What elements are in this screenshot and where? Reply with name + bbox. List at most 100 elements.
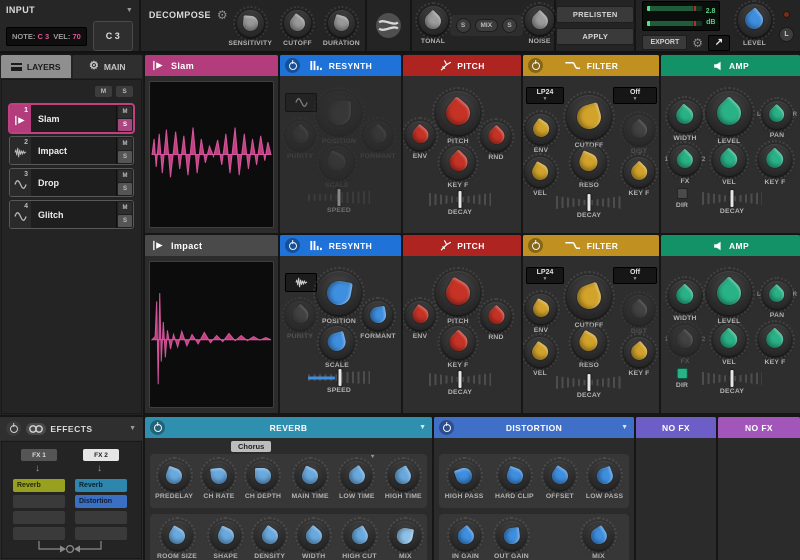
rnd-knob[interactable] [482,302,511,331]
resynth-header[interactable]: RESYNTH [280,235,401,256]
cutoff-knob[interactable] [284,10,311,37]
layer-mute-button[interactable]: M [118,138,132,150]
speed-slider-handle[interactable] [338,189,341,206]
fx2-tab[interactable]: FX 2 [83,449,119,461]
layer-header-slam[interactable]: Slam [145,55,278,76]
keyf-knob[interactable] [624,337,654,367]
pitch-knob[interactable] [436,271,480,315]
position-knob[interactable] [317,271,361,315]
filter-power-button[interactable] [528,58,543,73]
duration-knob[interactable] [328,10,355,37]
no-fx-3-header[interactable]: NO FX [636,417,716,438]
type-dropdown[interactable]: LP24▼ [526,87,564,104]
filter-power-button[interactable] [528,238,543,253]
room-size-knob[interactable] [163,521,192,550]
decay-slider[interactable] [702,372,762,385]
resynth-power-button[interactable] [285,238,300,253]
export-button[interactable]: EXPORT [642,35,687,50]
solo-noise-button[interactable]: S [502,18,517,33]
dir-toggle[interactable] [677,368,688,379]
vel-knob[interactable] [713,324,745,356]
density-knob[interactable] [255,521,284,550]
speed-slider[interactable] [308,191,370,204]
decay-slider-handle[interactable] [731,190,734,207]
layer-solo-button[interactable]: S [118,183,132,195]
reso-knob[interactable] [573,146,606,179]
input-dropdown-icon[interactable]: ▼ [126,7,133,14]
level-knob[interactable] [707,91,751,135]
type-dropdown[interactable]: LP24▼ [526,267,564,284]
apply-button[interactable]: APPLY [556,28,634,45]
noise-knob[interactable] [525,6,554,35]
solo-tonal-button[interactable]: S [456,18,471,33]
tab-main[interactable]: ⚙MAIN [73,55,143,78]
fx1-tab[interactable]: FX 1 [21,449,57,461]
rnd-knob[interactable] [482,122,511,151]
tonal-knob[interactable] [419,6,448,35]
decay-slider-handle[interactable] [459,371,462,388]
mix-button[interactable]: MIX [475,19,499,32]
mix-knob[interactable] [391,521,420,550]
width-knob[interactable] [299,521,328,550]
fx-slot-empty[interactable] [75,527,127,540]
cutoff-knob[interactable] [567,95,611,139]
effects-routing-icon[interactable] [26,422,46,436]
hard-clip-knob[interactable] [500,461,529,490]
vel-knob[interactable] [713,144,745,176]
effects-power-button[interactable] [6,421,21,436]
low-time-knob-dropdown-icon[interactable]: ▼ [370,454,375,460]
export-arrow-button[interactable]: ↗ [708,35,730,51]
global-solo-button[interactable]: S [116,86,133,97]
effects-dropdown-icon[interactable]: ▼ [129,425,136,432]
fx-slot-reverb[interactable]: Reverb [13,479,65,492]
layer-item-slam[interactable]: 1SlamMS [9,104,134,133]
env-knob[interactable] [406,301,435,330]
env-knob[interactable] [406,121,435,150]
vel-knob[interactable] [525,337,555,367]
decay-slider-handle[interactable] [459,191,462,208]
decompose-split-icon[interactable] [375,12,402,39]
mix-knob[interactable] [584,521,613,550]
env-knob[interactable] [526,294,556,324]
decay-slider[interactable] [702,192,762,205]
layer-solo-button[interactable]: S [118,119,132,131]
distortion-header[interactable]: DISTORTION ▼ [434,417,634,438]
resynth-header[interactable]: RESYNTH [280,55,401,76]
keyf-knob[interactable] [759,324,791,356]
decay-slider[interactable] [429,373,491,386]
keyf-knob[interactable] [624,157,654,187]
purity-knob[interactable] [286,121,315,150]
speed-slider-handle[interactable] [339,369,342,386]
dist-knob[interactable] [624,115,654,145]
dist_mode-dropdown[interactable]: Off▼ [613,87,657,104]
high-pass-knob[interactable] [450,461,479,490]
formant-knob[interactable] [363,301,392,330]
vel-knob[interactable] [525,157,555,187]
layer-mute-button[interactable]: M [118,106,132,118]
low-time-knob[interactable]: ▼ [342,461,371,490]
decay-slider-handle[interactable] [588,374,591,391]
shape-knob[interactable] [211,521,240,550]
dist-knob[interactable] [624,295,654,325]
level-knob[interactable] [738,4,771,37]
filter-header[interactable]: FILTER [523,55,659,76]
layer-header-impact[interactable]: Impact [145,235,278,256]
sensitivity-knob[interactable] [237,10,264,37]
low-pass-knob[interactable] [590,461,619,490]
purity-knob[interactable] [286,301,315,330]
chorus-badge[interactable]: Chorus [231,441,271,452]
level-knob[interactable] [707,271,751,315]
tab-layers[interactable]: LAYERS [1,55,71,78]
dir-toggle[interactable] [677,188,688,199]
position-knob[interactable] [317,91,361,135]
decay-slider-handle[interactable] [588,194,591,211]
fx-slot-reverb[interactable]: Reverb [75,479,127,492]
fx-knob[interactable] [670,145,700,175]
fx-knob[interactable] [670,325,700,355]
dist_mode-dropdown[interactable]: Off▼ [613,267,657,284]
width-knob[interactable] [669,280,701,312]
global-mute-button[interactable]: M [95,86,112,97]
keyf-knob[interactable] [442,146,475,179]
width-knob[interactable] [669,100,701,132]
layer-item-glitch[interactable]: 4GlitchMS [9,200,134,229]
